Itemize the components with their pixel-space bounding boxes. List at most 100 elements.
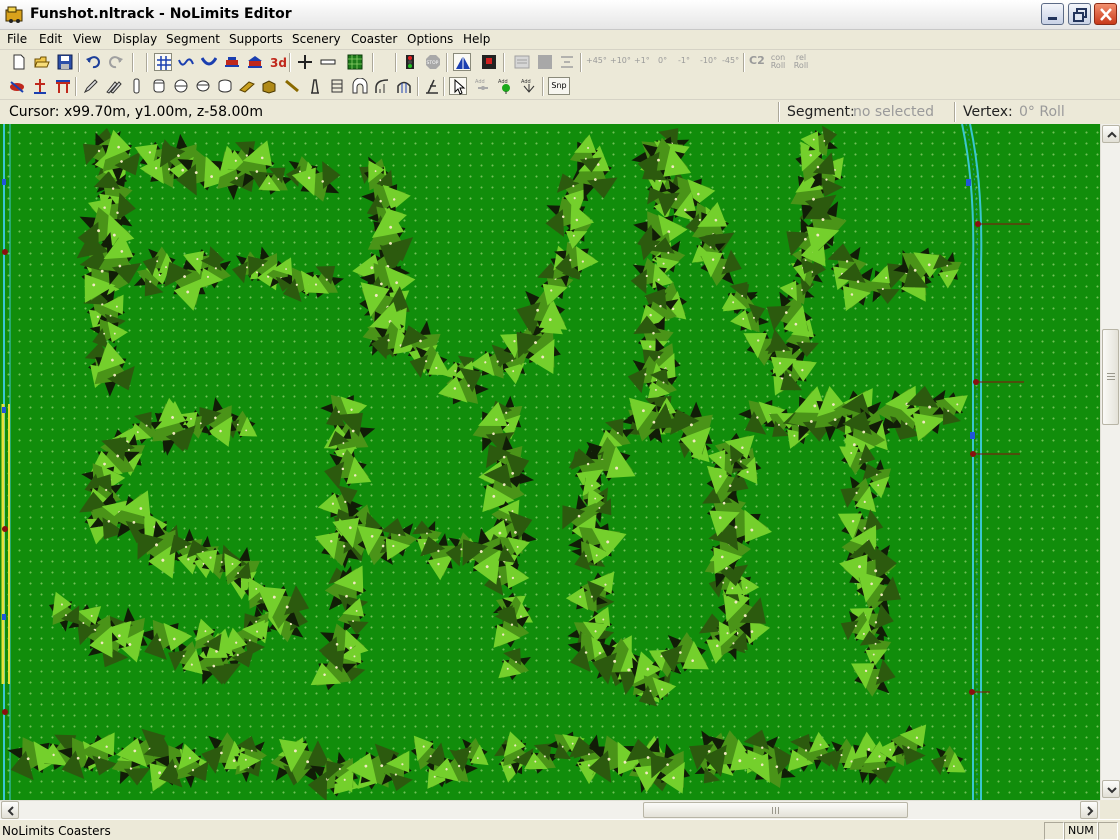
roll-minus-45-button[interactable]: -45° [722,56,739,65]
tree-icon[interactable] [323,448,372,490]
scenery-canvas[interactable] [0,124,1100,800]
plank-icon[interactable] [238,77,256,95]
menu-segment[interactable]: Segment [166,32,220,46]
c2-button[interactable]: C2 [749,54,765,67]
num-lock-indicator: NUM [1068,824,1094,837]
rel-roll-button[interactable]: rel Roll [792,54,810,70]
tree-icon[interactable] [848,656,898,699]
camera-icon[interactable] [480,53,498,71]
support-beam-icon[interactable] [54,77,72,95]
tube-icon[interactable] [150,77,168,95]
tunnel-icon[interactable] [351,77,369,95]
toolbar-separator [289,53,291,72]
menu-scenery[interactable]: Scenery [292,32,341,46]
pointer-icon[interactable] [449,77,467,95]
right-track[interactable] [961,124,1030,800]
scroll-left-button[interactable] [1,801,19,819]
roll-plus-10-button[interactable]: +10° [610,56,631,65]
add-segment-icon[interactable] [296,53,314,71]
scroll-grip [772,807,781,814]
support-footer-icon[interactable] [31,77,49,95]
ramp-tool-icon[interactable] [423,77,441,95]
pencil-icon[interactable] [82,77,100,95]
minimize-button[interactable] [1041,3,1064,25]
undo-icon[interactable] [84,53,102,71]
grey-box-icon[interactable] [513,53,531,71]
catwalk-icon[interactable] [328,77,346,95]
menu-view[interactable]: View [73,32,101,46]
open-folder-icon[interactable] [33,53,51,71]
arc-tool-icon[interactable] [395,77,413,95]
tower-icon[interactable] [306,77,324,95]
double-pencil-icon[interactable] [105,77,123,95]
view-3d-icon[interactable]: 3d [269,53,287,71]
pillar-icon[interactable] [128,77,146,95]
editor-viewport[interactable] [0,124,1100,800]
vertical-scrollbar[interactable] [1100,124,1120,800]
ring-icon[interactable] [194,77,212,95]
terrain-icon[interactable] [346,53,364,71]
roll-zero-button[interactable]: 0° [658,56,667,65]
maximize-button[interactable] [1068,3,1091,25]
grid-icon[interactable] [154,53,172,71]
tree-icon[interactable] [78,728,122,778]
menu-help[interactable]: Help [463,32,490,46]
align-icon[interactable] [558,53,576,71]
tree-icon[interactable] [493,642,536,689]
station-icon[interactable] [246,53,264,71]
ring-icon[interactable] [172,77,190,95]
remove-segment-icon[interactable] [319,53,337,71]
vertex-value: 0° Roll [1019,104,1065,120]
view-3d-label: 3d [270,56,286,70]
pyramid-icon[interactable] [453,53,471,71]
support-tool-icon[interactable] [8,77,26,95]
roll-plus-1-button[interactable]: +1° [634,56,650,65]
scroll-right-button[interactable] [1080,801,1098,819]
close-button[interactable] [1094,3,1117,25]
con-roll-button[interactable]: con Roll [769,54,787,70]
dark-grey-box-icon[interactable] [536,53,554,71]
menu-file[interactable]: File [7,32,27,46]
vertical-scroll-thumb[interactable] [1102,329,1119,425]
tree-icon[interactable] [929,743,969,779]
horizontal-scrollbar[interactable] [0,800,1100,819]
menu-supports[interactable]: Supports [229,32,283,46]
scroll-down-button[interactable] [1102,780,1120,798]
toolbar-separator [542,77,544,96]
horizontal-scroll-thumb[interactable] [643,802,908,818]
roll-plus-45-button[interactable]: +45° [586,56,607,65]
curve-tool-icon[interactable] [373,77,391,95]
stop-icon[interactable]: STOP [424,53,442,71]
add-green-node-icon[interactable]: Add [497,77,515,95]
add-node-icon[interactable]: Add [474,77,492,95]
status-message: NoLimits Coasters [2,824,111,838]
menu-bar: File Edit View Display Segment Supports … [0,30,1120,50]
menu-options[interactable]: Options [407,32,453,46]
scroll-up-button[interactable] [1102,125,1120,143]
barrel-icon[interactable] [216,77,234,95]
left-track[interactable] [0,124,14,800]
box-icon[interactable] [260,77,278,95]
toolbar-separator [372,53,374,72]
title-bar[interactable]: Funshot.nltrack - NoLimits Editor [0,0,1120,30]
save-disk-icon[interactable] [56,53,74,71]
tree-lettering[interactable] [0,124,974,800]
snap-button[interactable]: Snp [548,77,570,95]
menu-edit[interactable]: Edit [39,32,62,46]
dip-track-icon[interactable] [200,53,218,71]
status-panel [1098,822,1118,840]
rod-icon[interactable] [283,77,301,95]
tree-icon[interactable] [78,337,145,405]
coaster-train-icon[interactable] [223,53,241,71]
redo-icon[interactable] [107,53,125,71]
wave-track-icon[interactable] [177,53,195,71]
roll-minus-1-button[interactable]: -1° [678,56,690,65]
new-file-icon[interactable] [10,53,28,71]
scroll-corner [1100,800,1120,819]
roll-minus-10-button[interactable]: -10° [700,56,717,65]
supports-toolbar: Add Add Add Snp [0,75,1120,98]
menu-coaster[interactable]: Coaster [351,32,397,46]
add-connector-icon[interactable]: Add [520,77,538,95]
traffic-light-icon[interactable] [401,53,419,71]
menu-display[interactable]: Display [113,32,157,46]
